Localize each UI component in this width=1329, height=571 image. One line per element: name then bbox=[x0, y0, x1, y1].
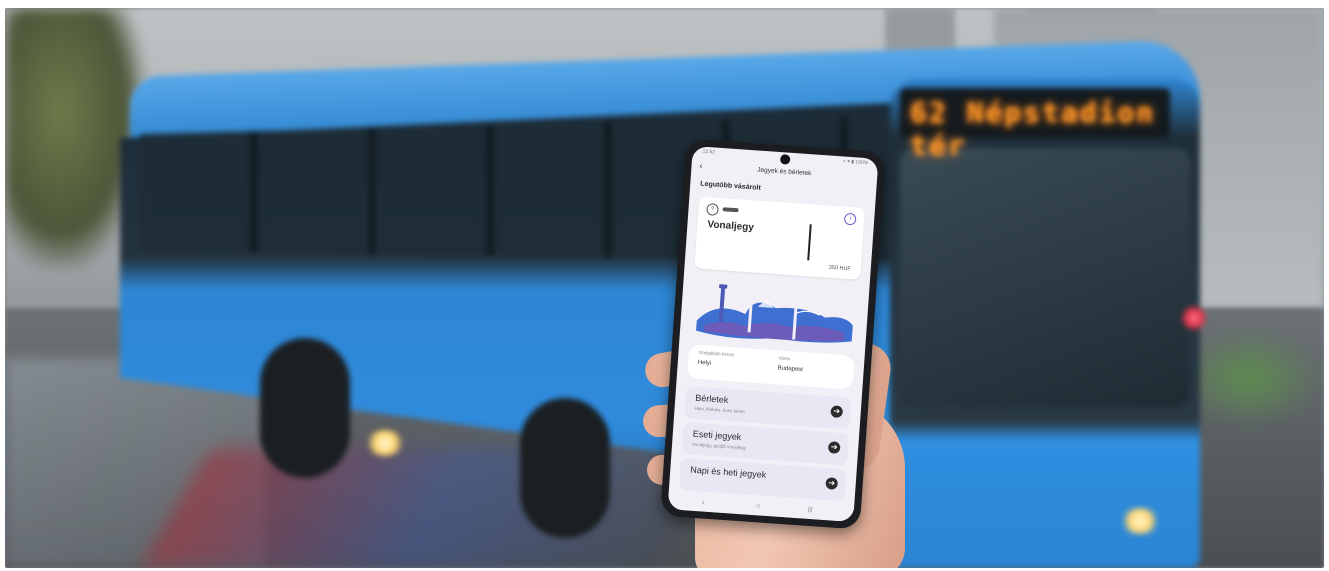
destination-text: 62 Népstadion tér bbox=[910, 96, 1156, 162]
info-icon[interactable]: i bbox=[843, 212, 857, 226]
zone-label: Szolgáltató körzet bbox=[698, 349, 735, 358]
arrow-right-icon: ➔ bbox=[827, 441, 841, 454]
budapest-illustration bbox=[696, 284, 853, 343]
nav-recent-icon[interactable]: ||| bbox=[808, 507, 813, 513]
bus-wheel-rear bbox=[260, 338, 350, 478]
zone-city-selector[interactable]: Szolgáltató körzet Helyi Város Budapest bbox=[686, 344, 855, 390]
photo-scene: 62 Népstadion tér 12:52 ◐ ▾ ▮ 100% ‹ Jeg… bbox=[5, 8, 1324, 568]
bus-marker-light bbox=[365, 430, 405, 456]
ticket-toggle-icon bbox=[722, 207, 739, 213]
ticket-price: 350 HUF bbox=[828, 264, 851, 273]
bus-wheel-middle bbox=[520, 398, 610, 538]
menu-item-subtitle: Havi, féléves, éves bérlet bbox=[694, 405, 745, 415]
ticket-name: Vonaljegy bbox=[707, 219, 755, 234]
signal-light bbox=[1182, 306, 1206, 330]
recent-purchases-title: Legutóbb vásárolt bbox=[700, 180, 762, 192]
status-icons: ◐ ▾ ▮ 100% bbox=[842, 158, 869, 167]
menu-item-title: Bérletek bbox=[695, 392, 729, 406]
bus-windshield bbox=[900, 148, 1190, 408]
camera-notch bbox=[779, 154, 791, 165]
help-icon: ? bbox=[706, 203, 719, 216]
smartphone: 12:52 ◐ ▾ ▮ 100% ‹ Jegyek és bérletek Le… bbox=[660, 138, 886, 530]
menu-item-title: Napi és heti jegyek bbox=[689, 464, 767, 480]
arrow-right-icon: ➔ bbox=[830, 405, 844, 419]
nav-back-icon[interactable]: ‹ bbox=[702, 497, 705, 506]
bus-headlight bbox=[1120, 508, 1160, 534]
menu-item-subtitle: Vonaljegy, gyűjtő vonaljegy bbox=[691, 441, 747, 451]
menu-item-title: Eseti jegyek bbox=[692, 428, 742, 443]
nav-home-icon[interactable]: ○ bbox=[756, 501, 761, 510]
ticket-divider bbox=[807, 224, 812, 261]
zone-value[interactable]: Helyi bbox=[698, 360, 712, 367]
recent-ticket-card[interactable]: ? i Vonaljegy 350 HUF bbox=[694, 196, 866, 280]
city-value[interactable]: Budapest bbox=[777, 365, 803, 373]
city-label: Város bbox=[778, 355, 791, 362]
status-time: 12:52 bbox=[702, 148, 716, 156]
phone-screen: 12:52 ◐ ▾ ▮ 100% ‹ Jegyek és bérletek Le… bbox=[667, 145, 879, 523]
arrow-right-icon: ➔ bbox=[825, 477, 839, 490]
